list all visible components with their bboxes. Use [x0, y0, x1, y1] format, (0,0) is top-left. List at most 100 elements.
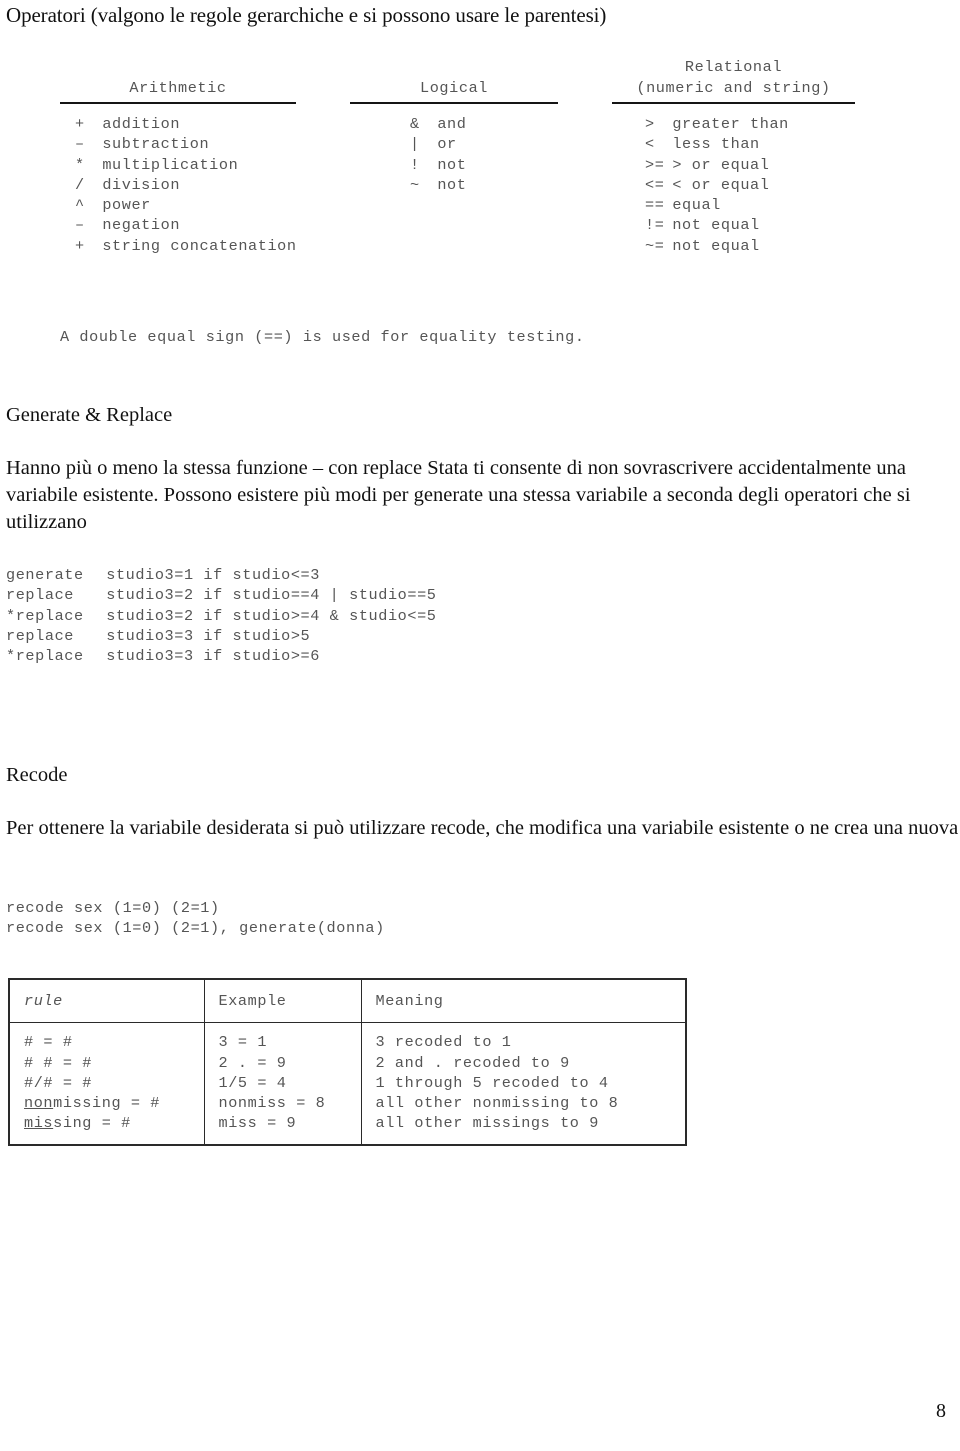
- operator-meaning: equal: [672, 196, 721, 215]
- operator-row: | or: [410, 134, 466, 154]
- operator-meaning: greater than: [672, 115, 789, 133]
- recode-paragraph: Per ottenere la variabile desiderata si …: [6, 817, 959, 839]
- operator-row: * multiplication: [75, 155, 297, 175]
- example-entry: 3 = 1: [218, 1033, 268, 1052]
- operators-list-arithmetic: + addition – subtraction * multiplication / div…: [75, 114, 297, 256]
- operator-row: == equal: [645, 195, 789, 215]
- operator-meaning: not: [437, 175, 467, 194]
- code-line: recode sex (1=0) (2=1): [6, 899, 220, 917]
- operator-meaning: less than: [672, 135, 760, 154]
- operator-meaning: multiplication: [102, 155, 239, 174]
- operator-symbol: !=: [645, 216, 665, 235]
- operator-meaning: not equal: [672, 216, 760, 235]
- document-page: Operatori (valgono le regole gerarchiche…: [0, 0, 960, 1451]
- operator-row: – negation: [75, 215, 297, 235]
- operator-row: != not equal: [645, 215, 789, 235]
- operators-column-rule-relational: [612, 102, 855, 104]
- operator-meaning: subtraction: [102, 135, 210, 154]
- meaning-entry: 1 through 5 recoded to 4: [375, 1073, 609, 1092]
- table-cell-meanings: 3 recoded to 12 and . recoded to 91 thro…: [360, 1022, 687, 1146]
- operator-row: / division: [75, 175, 297, 195]
- operators-equality-note: A double equal sign (==) is used for equ…: [60, 328, 585, 346]
- table-header-row: rule Example Meaning: [8, 978, 687, 1024]
- code-line: *replace studio3=3 if studio>=6: [6, 646, 437, 666]
- table-header-cell-meaning: Meaning: [360, 978, 687, 1024]
- operator-symbol: <: [645, 135, 655, 154]
- table-row: # = # # # = # #/# = # nonmissing = # missing…: [8, 1022, 687, 1146]
- operator-symbol: >=: [645, 155, 665, 174]
- rule-entry: #/# = #: [24, 1073, 92, 1092]
- operator-row: & and: [410, 114, 466, 134]
- code-command: *replace: [6, 606, 84, 625]
- table-header-cell-example: Example: [203, 978, 362, 1024]
- rule-abbreviation: non: [24, 1094, 54, 1113]
- code-line: replace studio3=2 if studio==4 | studio==…: [6, 585, 437, 605]
- operator-row: >= > or equal: [645, 155, 789, 175]
- code-expression: studio3=3 if studio>=6: [106, 647, 320, 666]
- table-cell-examples: 3 = 12 . = 9 1/5 = 4 nonmiss = 8 miss = 9: [203, 1022, 362, 1146]
- operators-list-relational: > greater than < less than >= > or equal <= < o…: [645, 114, 789, 256]
- operator-meaning: addition: [102, 115, 181, 133]
- operator-meaning: not equal: [672, 236, 760, 255]
- rule-entry: missing = #: [24, 1114, 131, 1133]
- operator-symbol: ^: [75, 196, 85, 215]
- code-command: replace: [6, 586, 74, 605]
- rule-abbreviation: mis: [24, 1114, 54, 1133]
- operator-symbol: +: [75, 236, 85, 255]
- operator-meaning: and: [437, 115, 467, 133]
- code-command: generate: [6, 566, 84, 584]
- code-expression: studio3=2 if studio>=4 & studio<=5: [106, 606, 437, 625]
- operator-row: <= < or equal: [645, 175, 789, 195]
- page-title: Operatori (valgono le regole gerarchiche…: [6, 3, 607, 27]
- table-header-cell-rule: rule: [8, 978, 205, 1024]
- operators-table: Arithmetic Logical Relational (numeric a…: [0, 52, 960, 346]
- operators-column-header-logical: Logical: [420, 79, 488, 97]
- operators-column-header-relational-line1: Relational: [684, 58, 783, 76]
- operator-meaning: division: [102, 175, 181, 194]
- operator-meaning: or: [437, 135, 457, 154]
- operator-meaning: > or equal: [672, 155, 770, 174]
- rule-entry: # # = #: [24, 1053, 92, 1072]
- meaning-entry: 3 recoded to 1: [375, 1033, 512, 1052]
- code-line: generate studio3=1 if studio<=3: [6, 565, 437, 585]
- operator-row: ! not: [410, 155, 466, 175]
- operator-meaning: not: [437, 155, 467, 174]
- operator-symbol: !: [410, 155, 420, 174]
- operator-row: ^ power: [75, 195, 297, 215]
- table-cell-rules: # = # # # = # #/# = # nonmissing = # missing…: [8, 1022, 205, 1146]
- code-expression: studio3=3 if studio>5: [106, 626, 311, 645]
- operators-column-rule-logical: [350, 102, 558, 104]
- operators-column-header-relational-line2: (numeric and string): [636, 79, 831, 97]
- code-expression: studio3=2 if studio==4 | studio==5: [106, 586, 437, 605]
- rule-entry: # = #: [24, 1033, 73, 1052]
- operator-symbol: ~=: [645, 236, 665, 255]
- recode-rules-table: rule Example Meaning # = # # # = # #/# = #…: [8, 978, 687, 1146]
- operator-symbol: *: [75, 155, 85, 174]
- operator-symbol: +: [75, 115, 85, 133]
- operator-row: < less than: [645, 134, 789, 154]
- operators-column-rule-arithmetic: [60, 102, 296, 104]
- code-expression: studio3=1 if studio<=3: [106, 566, 320, 584]
- meaning-entry: all other nonmissing to 8: [375, 1094, 619, 1113]
- operator-row: ~= not equal: [645, 236, 789, 256]
- example-entry: 1/5 = 4: [218, 1073, 287, 1092]
- page-number: 8: [936, 1400, 946, 1422]
- operator-meaning: power: [102, 196, 151, 215]
- code-command: *replace: [6, 647, 84, 666]
- operators-column-header-arithmetic: Arithmetic: [129, 79, 227, 97]
- operator-symbol: –: [75, 135, 85, 154]
- operator-row: – subtraction: [75, 134, 297, 154]
- operator-symbol: ~: [410, 175, 420, 194]
- operator-row: + string concatenation: [75, 236, 297, 256]
- operator-row: ~ not: [410, 175, 466, 195]
- operator-symbol: &: [410, 115, 420, 133]
- generate-replace-heading: Generate & Replace: [6, 404, 173, 426]
- example-entry: miss = 9: [218, 1114, 297, 1133]
- operator-symbol: >: [645, 115, 655, 133]
- meaning-entry: all other missings to 9: [375, 1114, 599, 1133]
- operator-meaning: string concatenation: [102, 236, 297, 255]
- operator-meaning: < or equal: [672, 175, 770, 194]
- code-line: replace studio3=3 if studio>5: [6, 626, 437, 646]
- operator-row: > greater than: [645, 114, 789, 134]
- code-command: replace: [6, 626, 74, 645]
